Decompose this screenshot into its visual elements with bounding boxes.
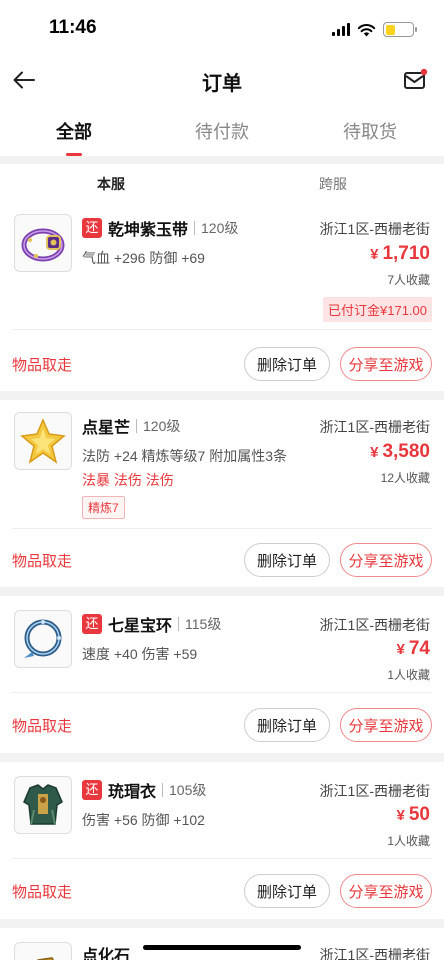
item-server: 浙江1区-西栅老街 <box>319 419 430 435</box>
item-name-row: 还 乾坤紫玉带 120级 <box>82 216 238 240</box>
item-thumbnail[interactable] <box>14 412 72 470</box>
battery-icon <box>383 22 417 37</box>
server-tab-cross[interactable]: 跨服 <box>319 174 347 194</box>
item-name-row: 还 珫瑁衣 105级 <box>82 778 206 802</box>
cellular-signal-icon <box>332 23 350 36</box>
tab-pending-payment[interactable]: 待付款 <box>148 104 296 156</box>
refine-badge: 精炼7 <box>82 496 125 519</box>
item-name[interactable]: 点化石 <box>82 942 130 960</box>
price-value: 50 <box>408 804 430 825</box>
order-status: 物品取走 <box>12 553 73 570</box>
status-time: 11:46 <box>49 17 97 38</box>
item-name[interactable]: 七星宝环 <box>108 612 172 636</box>
return-badge: 还 <box>82 218 102 238</box>
item-attributes: 速度 +40 伤害 +59 <box>82 646 198 662</box>
order-card: 还 珫瑁衣 105级 伤害 +56 防御 +102 浙江1区-西栅老街 ¥50 … <box>0 762 444 919</box>
share-to-game-button[interactable]: 分享至游戏 <box>340 708 432 742</box>
favorites-count: 1人收藏 <box>387 668 430 682</box>
nav-bar: 订单 <box>0 58 444 104</box>
item-price: ¥74 <box>397 638 430 660</box>
order-card: 点星芒 120级 法防 +24 精炼等级7 附加属性3条 法暴 法伤 法伤 精炼… <box>0 400 444 587</box>
item-thumbnail[interactable] <box>14 942 72 960</box>
item-thumbnail[interactable] <box>14 610 72 668</box>
price-currency: ¥ <box>396 807 405 824</box>
deposit-badge: 已付订金¥171.00 <box>323 297 432 322</box>
favorites-count: 7人收藏 <box>387 273 430 287</box>
share-to-game-button[interactable]: 分享至游戏 <box>340 874 432 908</box>
item-server: 浙江1区-西栅老街 <box>319 783 430 799</box>
price-currency: ¥ <box>370 246 379 263</box>
stone-item-icon <box>37 957 55 960</box>
item-server: 浙江1区-西栅老街 <box>319 221 430 237</box>
price-currency: ¥ <box>370 444 379 461</box>
status-bar: 11:46 <box>0 0 444 58</box>
item-name-row: 点化石 <box>82 942 130 960</box>
return-badge: 还 <box>82 780 102 800</box>
favorites-count: 1人收藏 <box>387 834 430 848</box>
order-status: 物品取走 <box>12 718 73 735</box>
armor-item-icon <box>23 784 63 825</box>
order-status: 物品取走 <box>12 884 73 901</box>
item-name[interactable]: 珫瑁衣 <box>108 778 156 802</box>
price-currency: ¥ <box>396 641 405 658</box>
item-special-skills: 法暴 法伤 法伤 <box>82 472 174 488</box>
divider <box>12 528 432 529</box>
item-attributes: 气血 +296 防御 +69 <box>82 250 205 266</box>
item-price: ¥3,580 <box>370 441 430 463</box>
delete-order-button[interactable]: 删除订单 <box>244 874 330 908</box>
delete-order-button[interactable]: 删除订单 <box>244 347 330 381</box>
share-to-game-button[interactable]: 分享至游戏 <box>340 347 432 381</box>
ring-item-icon <box>24 619 62 658</box>
item-name[interactable]: 点星芒 <box>82 414 130 438</box>
order-card: 本服 跨服 还 乾坤紫玉带 120级 气血 +296 防御 +69 浙江1区-西… <box>0 164 444 391</box>
item-price: ¥50 <box>397 804 430 826</box>
home-indicator <box>143 945 301 950</box>
server-toggle: 本服 跨服 <box>0 164 444 198</box>
item-level: 105级 <box>162 783 206 797</box>
page-title: 订单 <box>202 72 242 95</box>
favorites-count: 12人收藏 <box>380 471 430 485</box>
item-attributes: 伤害 +56 防御 +102 <box>82 812 205 828</box>
item-name-row: 点星芒 120级 <box>82 414 180 438</box>
item-price: ¥1,710 <box>370 243 430 265</box>
order-card: 还 七星宝环 115级 速度 +40 伤害 +59 浙江1区-西栅老街 ¥74 … <box>0 596 444 753</box>
divider <box>12 329 432 330</box>
order-status: 物品取走 <box>12 357 73 374</box>
wifi-icon <box>357 23 376 36</box>
arrow-left-icon <box>13 71 35 89</box>
message-button[interactable] <box>402 66 430 94</box>
item-attributes: 法防 +24 精炼等级7 附加属性3条 <box>82 448 287 464</box>
item-level: 120级 <box>194 221 238 235</box>
order-card: 点化石 浙江1区-西栅老街 <box>0 928 444 960</box>
divider <box>12 692 432 693</box>
order-tabs: 全部 待付款 待取货 <box>0 104 444 156</box>
server-tab-own[interactable]: 本服 <box>97 174 125 194</box>
divider <box>12 858 432 859</box>
belt-item-icon <box>21 228 65 262</box>
item-server: 浙江1区-西栅老街 <box>319 617 430 633</box>
tab-all[interactable]: 全部 <box>0 104 148 156</box>
item-name-row: 还 七星宝环 115级 <box>82 612 221 636</box>
status-icons <box>332 22 417 37</box>
item-level: 115级 <box>178 617 221 631</box>
price-value: 74 <box>408 638 430 659</box>
delete-order-button[interactable]: 删除订单 <box>244 708 330 742</box>
gem-item-icon <box>20 418 66 464</box>
tab-pending-pickup[interactable]: 待取货 <box>296 104 444 156</box>
item-server: 浙江1区-西栅老街 <box>319 947 430 960</box>
item-thumbnail[interactable] <box>14 214 72 272</box>
return-badge: 还 <box>82 614 102 634</box>
back-button[interactable] <box>8 64 40 96</box>
mail-icon <box>404 68 428 89</box>
item-level: 120级 <box>136 419 180 433</box>
item-name[interactable]: 乾坤紫玉带 <box>108 216 188 240</box>
share-to-game-button[interactable]: 分享至游戏 <box>340 543 432 577</box>
item-thumbnail[interactable] <box>14 776 72 834</box>
delete-order-button[interactable]: 删除订单 <box>244 543 330 577</box>
price-value: 3,580 <box>382 441 430 462</box>
price-value: 1,710 <box>382 243 430 264</box>
